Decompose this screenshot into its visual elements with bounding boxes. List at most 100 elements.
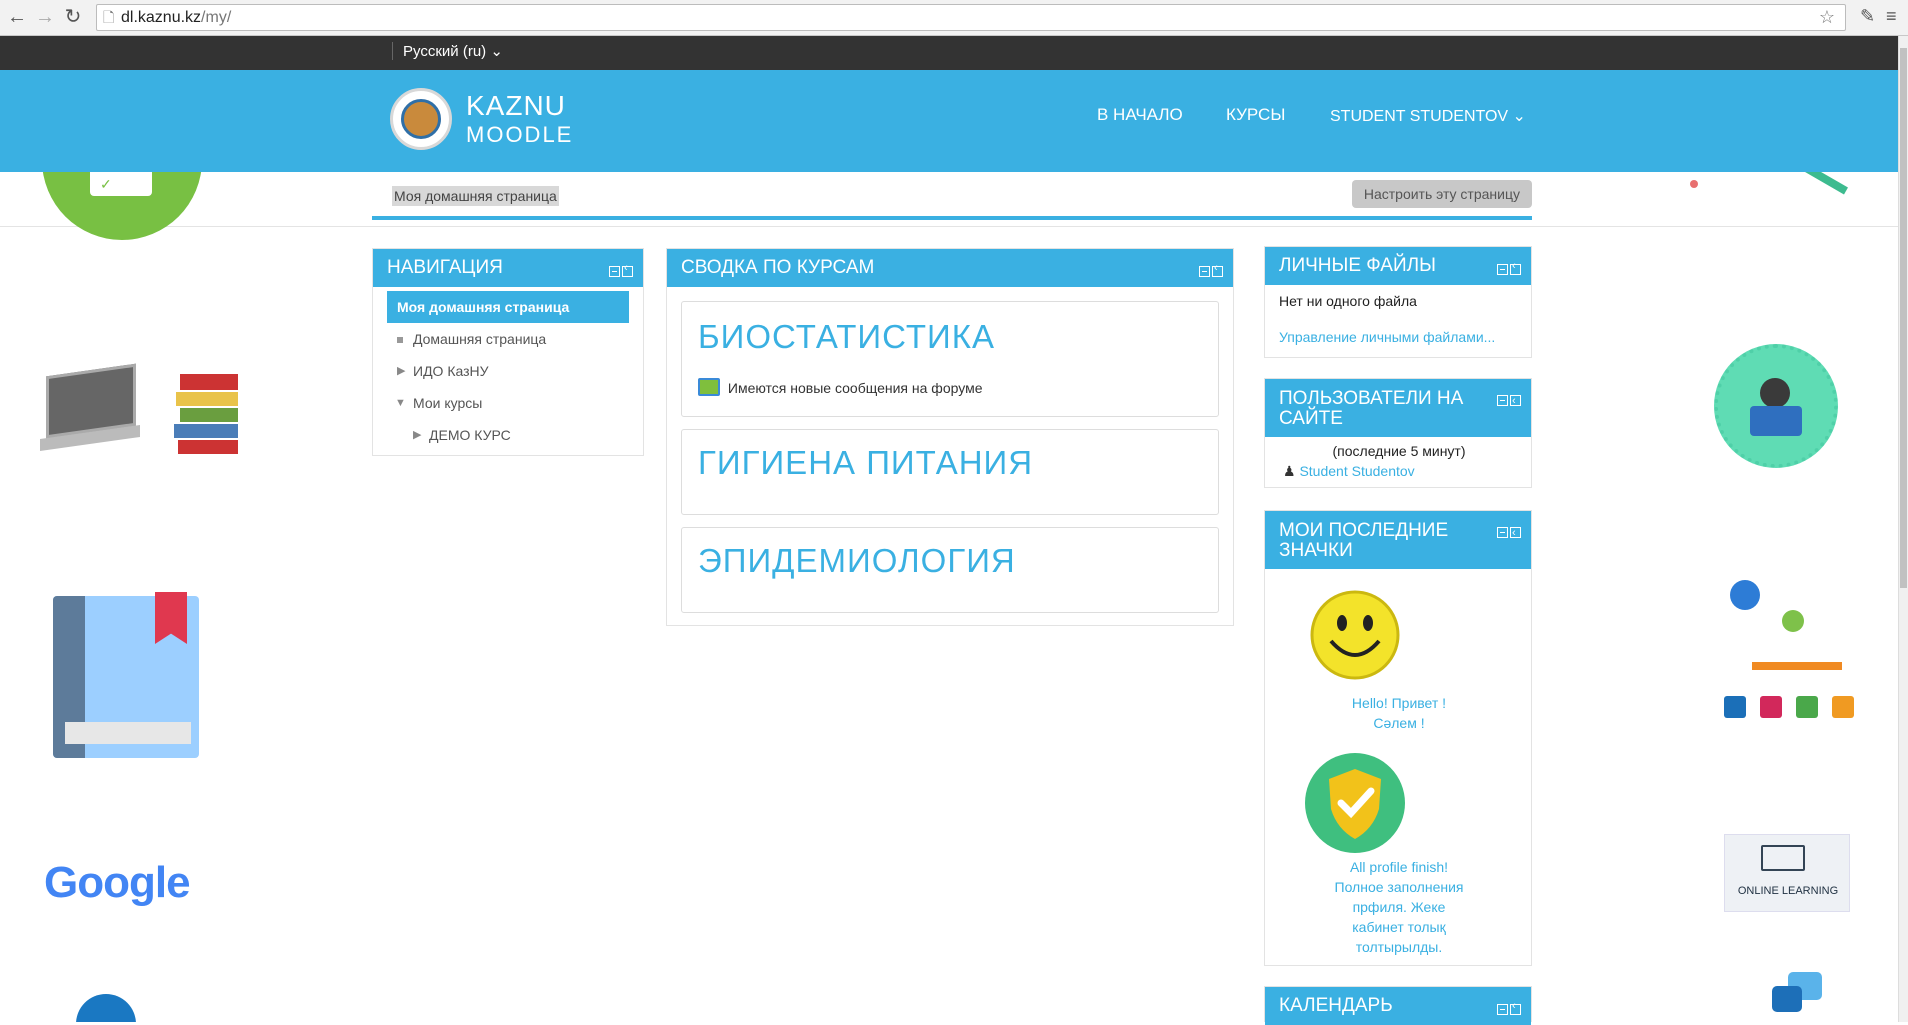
pencil-decoration [1650, 172, 1854, 200]
online-user-row[interactable]: ♟ Student Studentov [1283, 463, 1415, 480]
online-period: (последние 5 минут) [1332, 443, 1466, 459]
user-menu[interactable]: STUDENT STUDENTOV ⌄ [1330, 106, 1526, 126]
block-header: ЛИЧНЫЕ ФАЙЛЫ [1265, 247, 1531, 285]
block-title-line2: ЗНАЧКИ [1279, 540, 1353, 561]
badge-label-line: All profile finish! [1349, 859, 1449, 875]
reader-circle-decoration [1714, 344, 1838, 468]
block-title: СВОДКА ПО КУРСАМ [681, 257, 875, 278]
smiley-badge-icon[interactable] [1309, 589, 1401, 681]
dock-icon[interactable] [1510, 391, 1521, 411]
user-menu-label: STUDENT STUDENTOV [1330, 108, 1509, 125]
scrollbar-thumb[interactable] [1900, 48, 1907, 588]
dock-icon[interactable] [1510, 260, 1521, 275]
menu-icon[interactable]: ≡ [1886, 6, 1897, 27]
google-text: Google [44, 858, 191, 907]
divider [0, 226, 1898, 227]
brand-subtitle[interactable]: MOODLE [466, 122, 573, 148]
eyedropper-extension-icon[interactable]: ✎ [1860, 6, 1875, 27]
private-files-block: ЛИЧНЫЕ ФАЙЛЫ Нет ни одного файла Управле… [1264, 246, 1532, 358]
nav-item-label: ИДО КазНУ [413, 363, 489, 379]
dock-icon[interactable] [1510, 523, 1521, 543]
collapse-icon[interactable] [609, 266, 620, 277]
online-learning-badge-decoration: ONLINE LEARNING [1724, 834, 1850, 912]
nav-courses[interactable]: КУРСЫ [1226, 105, 1285, 125]
back-icon[interactable]: ← [6, 6, 28, 28]
chat-bubbles-decoration [1772, 972, 1824, 1018]
empty-files-text: Нет ни одного файла [1279, 293, 1417, 309]
customize-page-button[interactable]: Настроить эту страницу [1351, 180, 1532, 208]
block-title: НАВИГАЦИЯ [387, 257, 503, 278]
block-title: МОИ ПОСЛЕДНИЕ [1279, 520, 1449, 541]
page-navbar: Моя домашняя страница Настроить эту стра… [372, 176, 1532, 220]
collapse-icon[interactable] [1199, 266, 1210, 277]
university-logo[interactable] [390, 88, 452, 150]
shield-check-badge-icon[interactable] [1303, 751, 1407, 855]
badge-label-line: Hello! Привет ! [1351, 695, 1447, 711]
block-title: ПОЛЬЗОВАТЕЛИ НА [1279, 388, 1464, 409]
book-decoration [53, 592, 199, 758]
course-title-link[interactable]: ГИГИЕНА ПИТАНИЯ [698, 444, 1033, 482]
brand-name[interactable]: KAZNU [466, 90, 566, 122]
bookmark-star-icon[interactable]: ☆ [1819, 5, 1835, 30]
nav-item-my-courses[interactable]: ▼ Мои курсы [373, 387, 643, 419]
forum-notice[interactable]: Имеются новые сообщения на форуме [698, 378, 983, 396]
dock-icon[interactable] [1510, 1000, 1521, 1015]
course-overview-block: СВОДКА ПО КУРСАМ БИОСТАТИСТИКА Имеются н… [666, 248, 1234, 626]
block-title: КАЛЕНДАРЬ [1279, 995, 1393, 1016]
badge-label[interactable]: Hello! Привет ! Сәлем ! [1265, 693, 1533, 733]
nav-item-label: Мои курсы [413, 395, 483, 411]
breadcrumb[interactable]: Моя домашняя страница [392, 186, 559, 206]
google-logo: Google [44, 858, 191, 908]
block-header: ПОЛЬЗОВАТЕЛИ НА САЙТЕ [1265, 379, 1531, 437]
address-bar[interactable]: 🗋 dl.kaznu.kz/my/ ☆ [96, 4, 1846, 31]
language-label: Русский (ru) [403, 43, 487, 60]
collapse-icon[interactable] [1497, 527, 1508, 538]
language-bar: Русский (ru) ⌄ [0, 36, 1898, 70]
online-learning-figure-decoration [1722, 578, 1862, 724]
manage-files-link[interactable]: Управление личными файлами... [1279, 329, 1495, 345]
nav-item-demo-course[interactable]: ▶ ДЕМО КУРС [373, 419, 643, 451]
page-scrollbar[interactable] [1898, 36, 1908, 1022]
caret-right-icon: ▶ [413, 429, 422, 441]
badge-label-line: толтырылды. [1355, 939, 1443, 955]
badge-label[interactable]: All profile finish! Полное заполнения пр… [1265, 857, 1533, 957]
navigation-block: НАВИГАЦИЯ Моя домашняя страница Домашняя… [372, 248, 644, 456]
forum-notice-text: Имеются новые сообщения на форуме [727, 380, 983, 396]
url-host: dl.kaznu.kz [121, 9, 202, 26]
nav-item-site-home[interactable]: Домашняя страница [373, 323, 643, 355]
site-header: KAZNU MOODLE В НАЧАЛО КУРСЫ STUDENT STUD… [0, 70, 1898, 172]
course-title-link[interactable]: БИОСТАТИСТИКА [698, 318, 995, 356]
online-learning-text: ONLINE LEARNING [1737, 885, 1839, 897]
nav-item-label: ДЕМО КУРС [429, 427, 511, 443]
course-title-link[interactable]: ЭПИДЕМИОЛОГИЯ [698, 542, 1016, 580]
block-header: КАЛЕНДАРЬ [1265, 987, 1531, 1025]
caret-right-icon: ▶ [397, 365, 406, 377]
user-icon: ♟ [1283, 463, 1296, 479]
checklist-circle-decoration: ✓ [42, 172, 202, 240]
online-user-link[interactable]: Student Studentov [1299, 463, 1414, 479]
language-selector[interactable]: Русский (ru) ⌄ [392, 42, 503, 60]
chevron-down-icon: ⌄ [490, 43, 503, 60]
reload-icon[interactable]: ↻ [62, 6, 84, 28]
nav-item-ido[interactable]: ▶ ИДО КазНУ [373, 355, 643, 387]
course-card: ГИГИЕНА ПИТАНИЯ [681, 429, 1219, 515]
nav-item-my-home[interactable]: Моя домашняя страница [387, 291, 629, 323]
nav-item-label: Домашняя страница [413, 331, 547, 347]
badge-label-line: прфиля. Жеке [1352, 899, 1446, 915]
online-users-block: ПОЛЬЗОВАТЕЛИ НА САЙТЕ (последние 5 минут… [1264, 378, 1532, 488]
block-title: ЛИЧНЫЕ ФАЙЛЫ [1279, 255, 1436, 276]
block-header: НАВИГАЦИЯ [373, 249, 643, 287]
page-icon: 🗋 [103, 9, 115, 25]
url-path: /my/ [201, 9, 232, 26]
circle-icon-decoration [76, 990, 136, 1022]
dock-icon[interactable] [622, 262, 633, 277]
browser-toolbar: ← → ↻ 🗋 dl.kaznu.kz/my/ ☆ ✎ ≡ [0, 0, 1908, 36]
dock-icon[interactable] [1212, 262, 1223, 277]
collapse-icon[interactable] [1497, 395, 1508, 406]
laptop-books-decoration [40, 344, 244, 474]
collapse-icon[interactable] [1497, 1004, 1508, 1015]
badge-label-line: кабинет толық [1352, 919, 1446, 935]
forward-icon[interactable]: → [34, 6, 56, 28]
nav-home[interactable]: В НАЧАЛО [1097, 105, 1183, 125]
collapse-icon[interactable] [1497, 264, 1508, 275]
